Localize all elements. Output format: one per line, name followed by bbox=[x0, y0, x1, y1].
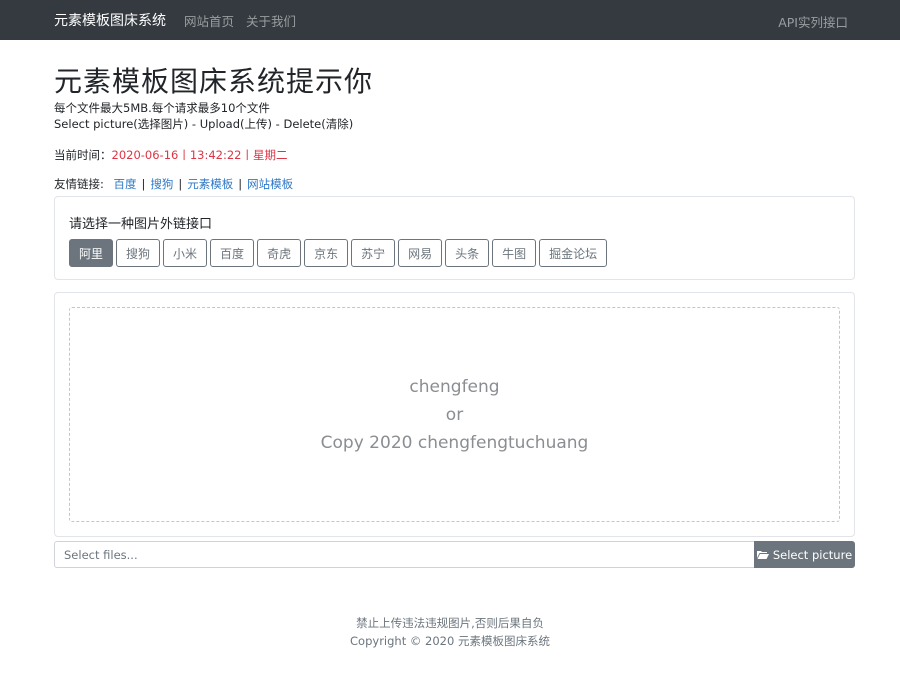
folder-open-icon bbox=[756, 551, 769, 559]
friend-links-label: 友情链接: bbox=[54, 177, 104, 191]
link-separator: | bbox=[238, 177, 243, 191]
main-container: 元素模板图床系统提示你 每个文件最大5MB.每个请求最多10个文件 Select… bbox=[54, 40, 855, 568]
friend-link-yuansu[interactable]: 元素模板 bbox=[187, 177, 233, 191]
footer-warning: 禁止上传违法违规图片,否则后果自负 bbox=[356, 616, 544, 630]
interface-select-card: 请选择一种图片外链接口 阿里 搜狗 小米 百度 奇虎 京东 苏宁 网易 头条 牛… bbox=[54, 196, 855, 280]
file-caption-input[interactable]: Select files... bbox=[54, 541, 754, 568]
interface-button-qihoo[interactable]: 奇虎 bbox=[257, 239, 302, 267]
top-navbar: 元素模板图床系统 网站首页 关于我们 API实列接口 bbox=[0, 0, 900, 40]
usage-info: Select picture(选择图片) - Upload(上传) - Dele… bbox=[54, 117, 354, 131]
link-separator: | bbox=[178, 177, 183, 191]
file-input-group: Select files... Select picture bbox=[54, 541, 855, 568]
interface-button-sogou[interactable]: 搜狗 bbox=[116, 239, 161, 267]
interface-button-ali[interactable]: 阿里 bbox=[69, 239, 114, 267]
interface-button-niutu[interactable]: 牛图 bbox=[492, 239, 537, 267]
friend-links-row: 友情链接: 百度 | 搜狗 | 元素模板 | 网站模板 bbox=[54, 176, 855, 192]
current-time-value: 2020-06-16丨13:42:22丨星期二 bbox=[111, 148, 288, 162]
interface-button-jd[interactable]: 京东 bbox=[304, 239, 349, 267]
interface-button-juejin[interactable]: 掘金论坛 bbox=[539, 239, 608, 267]
interface-button-suning[interactable]: 苏宁 bbox=[351, 239, 396, 267]
nav-link-api[interactable]: API实列接口 bbox=[778, 12, 848, 31]
interface-button-netease[interactable]: 网易 bbox=[398, 239, 443, 267]
navbar-brand[interactable]: 元素模板图床系统 bbox=[54, 10, 166, 30]
page-footer: 禁止上传违法违规图片,否则后果自负 Copyright © 2020 元素模板图… bbox=[0, 614, 900, 650]
select-picture-label: Select picture bbox=[772, 547, 853, 562]
link-separator: | bbox=[141, 177, 146, 191]
footer-copyright: Copyright © 2020 元素模板图床系统 bbox=[350, 634, 550, 648]
interface-button-baidu[interactable]: 百度 bbox=[210, 239, 255, 267]
friend-link-baidu[interactable]: 百度 bbox=[114, 177, 137, 191]
current-time-row: 当前时间：2020-06-16丨13:42:22丨星期二 bbox=[54, 147, 855, 163]
current-time-label: 当前时间： bbox=[54, 148, 112, 162]
drop-zone-line1: chengfeng bbox=[409, 376, 500, 397]
interface-select-label: 请选择一种图片外链接口 bbox=[69, 217, 213, 232]
interface-button-toutiao[interactable]: 头条 bbox=[445, 239, 490, 267]
interface-button-group: 阿里 搜狗 小米 百度 奇虎 京东 苏宁 网易 头条 牛图 掘金论坛 bbox=[69, 239, 840, 267]
drop-zone[interactable]: chengfeng or Copy 2020 chengfengtuchuang bbox=[69, 307, 840, 522]
nav-link-home[interactable]: 网站首页 bbox=[184, 11, 234, 30]
friend-link-sogou[interactable]: 搜狗 bbox=[150, 177, 173, 191]
limit-info: 每个文件最大5MB.每个请求最多10个文件 bbox=[54, 101, 270, 115]
nav-link-about[interactable]: 关于我们 bbox=[246, 11, 296, 30]
interface-button-xiaomi[interactable]: 小米 bbox=[163, 239, 208, 267]
drop-zone-line2: or bbox=[445, 404, 464, 425]
upload-card: chengfeng or Copy 2020 chengfengtuchuang bbox=[54, 292, 855, 537]
friend-link-website-template[interactable]: 网站模板 bbox=[247, 177, 293, 191]
drop-zone-line3: Copy 2020 chengfengtuchuang bbox=[320, 432, 589, 453]
page-title: 元素模板图床系统提示你 bbox=[54, 65, 374, 98]
select-picture-button[interactable]: Select picture bbox=[754, 541, 855, 568]
